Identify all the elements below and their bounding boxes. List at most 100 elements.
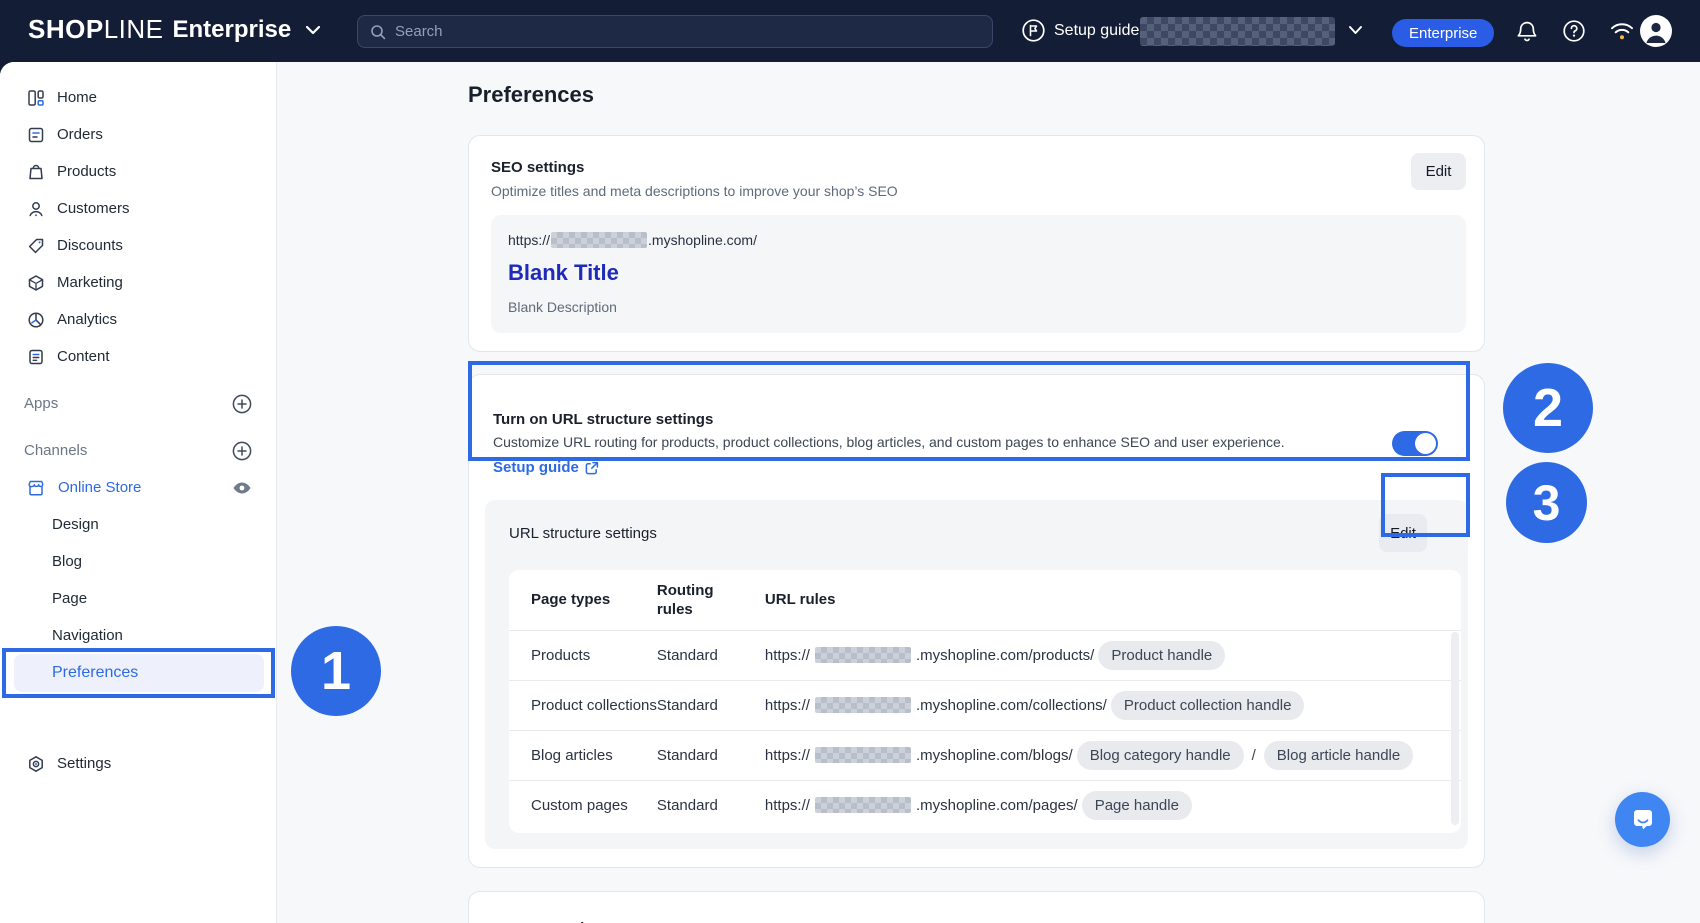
url-prefix: https://: [765, 647, 810, 664]
handle-chip: Page handle: [1082, 791, 1192, 820]
table-row: Blog articles Standard https:// .myshopli…: [509, 730, 1461, 780]
sidebar-item-settings[interactable]: Settings: [0, 745, 276, 782]
seo-settings-card: SEO settings Optimize titles and meta de…: [468, 135, 1485, 352]
cell-url-rule: https://.myshopline.com/blogs/ Blog cate…: [765, 741, 1461, 770]
url-structure-toggle-row: Turn on URL structure settings Customize…: [493, 411, 1460, 476]
sidebar-item-customers[interactable]: Customers: [0, 190, 276, 227]
sidebar-item-navigation[interactable]: Navigation: [0, 617, 276, 654]
sidebar-item-label: Home: [57, 89, 97, 106]
url-structure-card: Turn on URL structure settings Customize…: [468, 374, 1485, 868]
seo-preview-url: https://.myshopline.com/: [508, 232, 1446, 248]
seo-edit-button[interactable]: Edit: [1411, 153, 1466, 190]
sidebar-item-blog[interactable]: Blog: [0, 543, 276, 580]
sidebar-item-label: Products: [57, 163, 116, 180]
table-row: Product collections Standard https://.my…: [509, 680, 1461, 730]
url-rules-table-card: Page types Routing rules URL rules Produ…: [509, 570, 1461, 833]
cell-page-type: Products: [509, 630, 657, 680]
sidebar-item-preferences-selected[interactable]: Preferences: [14, 654, 264, 692]
home-icon: [27, 89, 45, 107]
url-structure-toggle[interactable]: [1392, 431, 1438, 456]
search-input[interactable]: [395, 23, 980, 40]
redacted-store-name: [815, 647, 911, 663]
sidebar: Home Orders Products Customers Discounts…: [0, 62, 277, 923]
url-prefix: https://: [508, 232, 550, 248]
logo-enterprise-text: Enterprise: [173, 16, 292, 44]
chat-support-button[interactable]: [1615, 792, 1670, 847]
view-store-eye-icon[interactable]: [232, 481, 252, 495]
sidebar-item-label: Page: [52, 590, 87, 607]
url-toggle-title: Turn on URL structure settings: [493, 411, 1285, 428]
sidebar-item-marketing[interactable]: Marketing: [0, 264, 276, 301]
cell-url-rule: https://.myshopline.com/collections/ Pro…: [765, 691, 1461, 720]
cell-page-type: Custom pages: [509, 780, 657, 830]
app-shell: Home Orders Products Customers Discounts…: [0, 62, 1700, 923]
search-icon: [370, 24, 386, 40]
sidebar-item-orders[interactable]: Orders: [0, 116, 276, 153]
setup-guide-link[interactable]: Setup guide: [493, 459, 579, 476]
redacted-store-name: [551, 232, 647, 248]
redacted-account-name[interactable]: [1140, 17, 1335, 46]
chat-bubble-icon: [1629, 806, 1657, 834]
setup-guide-button[interactable]: Setup guide: [1022, 19, 1139, 42]
url-prefix: https://: [765, 747, 810, 764]
top-bar: SHOPLINE Enterprise Setup guide Enterpri…: [0, 0, 1700, 62]
sidebar-item-label: Online Store: [58, 479, 219, 496]
url-structure-edit-button[interactable]: Edit: [1379, 514, 1427, 552]
account-chevron-down-icon[interactable]: [1348, 25, 1363, 35]
global-search[interactable]: [357, 15, 993, 48]
sidebar-item-label: Content: [57, 348, 110, 365]
sidebar-item-home[interactable]: Home: [0, 79, 276, 116]
content-icon: [27, 348, 45, 366]
orders-icon: [27, 126, 45, 144]
user-avatar[interactable]: [1640, 15, 1672, 47]
url-suffix: .myshopline.com/collections/: [916, 697, 1107, 714]
sidebar-item-label: Customers: [57, 200, 130, 217]
add-channel-plus-icon[interactable]: [232, 441, 252, 461]
url-structure-section-title: URL structure settings: [509, 525, 657, 542]
sidebar-item-page[interactable]: Page: [0, 580, 276, 617]
sidebar-item-label: Preferences: [52, 664, 138, 682]
cell-page-type: Product collections: [509, 680, 657, 730]
sidebar-item-label: Navigation: [52, 627, 123, 644]
handle-chip: Product handle: [1098, 641, 1225, 670]
notifications-bell-icon[interactable]: [1516, 20, 1538, 43]
sidebar-item-label: Settings: [57, 755, 111, 772]
sidebar-item-content[interactable]: Content: [0, 338, 276, 375]
table-scrollbar[interactable]: [1451, 632, 1459, 825]
sidebar-item-design[interactable]: Design: [0, 506, 276, 543]
url-rules-table: Page types Routing rules URL rules Produ…: [509, 570, 1461, 830]
main-content: Preferences SEO settings Optimize titles…: [277, 62, 1700, 923]
sidebar-item-analytics[interactable]: Analytics: [0, 301, 276, 338]
redacted-store-name: [815, 797, 911, 813]
url-suffix: .myshopline.com/blogs/: [916, 747, 1073, 764]
shopline-logo[interactable]: SHOPLINE Enterprise: [28, 14, 321, 45]
setup-guide-label: Setup guide: [1054, 22, 1139, 40]
table-row: Products Standard https://.myshopline.co…: [509, 630, 1461, 680]
chevron-down-icon[interactable]: [305, 25, 321, 35]
add-app-plus-icon[interactable]: [232, 394, 252, 414]
handle-chip: Product collection handle: [1111, 691, 1305, 720]
sidebar-item-label: Blog: [52, 553, 82, 570]
cell-url-rule: https://.myshopline.com/pages/ Page hand…: [765, 791, 1461, 820]
seo-settings-title: SEO settings: [491, 153, 898, 176]
customer-privacy-card: Customer privacy Give your customers con…: [468, 891, 1485, 923]
page-title: Preferences: [468, 82, 1485, 108]
marketing-icon: [27, 274, 45, 292]
seo-preview-box: https://.myshopline.com/ Blank Title Bla…: [491, 215, 1466, 333]
cell-routing: Standard: [657, 730, 765, 780]
sidebar-item-products[interactable]: Products: [0, 153, 276, 190]
handle-separator: /: [1252, 747, 1256, 764]
url-suffix: .myshopline.com/pages/: [916, 797, 1078, 814]
seo-preview-title: Blank Title: [508, 260, 1446, 286]
logo-line-text: LINE: [104, 14, 164, 45]
wifi-status-icon: [1610, 22, 1634, 41]
sidebar-item-online-store[interactable]: Online Store: [0, 469, 276, 506]
url-structure-section: URL structure settings Edit Page types R…: [485, 500, 1468, 849]
help-icon[interactable]: [1563, 20, 1585, 42]
table-header-row: Page types Routing rules URL rules: [509, 570, 1461, 630]
sidebar-item-label: Analytics: [57, 311, 117, 328]
cell-page-type: Blog articles: [509, 730, 657, 780]
handle-chip: Blog article handle: [1264, 741, 1413, 770]
products-icon: [27, 163, 45, 181]
sidebar-item-discounts[interactable]: Discounts: [0, 227, 276, 264]
